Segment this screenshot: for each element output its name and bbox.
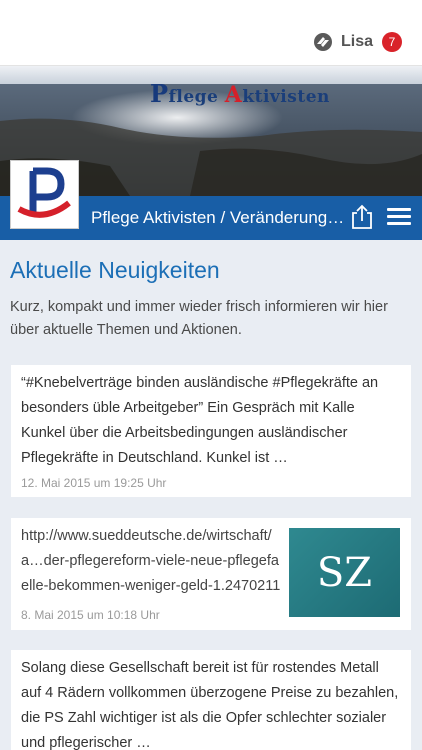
news-card-text: “#Knebelverträge binden ausländische #Pf…	[21, 375, 379, 466]
sz-thumbnail-image[interactable]: SZ	[289, 528, 400, 617]
notification-badge[interactable]: 7	[382, 32, 402, 52]
top-bar: Lisa 7	[0, 0, 422, 66]
news-card-text: Solang diese Gesellschaft bereit ist für…	[21, 660, 399, 750]
news-card-date: 8. Mai 2015 um 10:18 Uhr	[21, 608, 160, 622]
news-card[interactable]: “#Knebelverträge binden ausländische #Pf…	[11, 365, 411, 497]
news-card-link-text[interactable]: http://www.sueddeutsche.de/wirtschaft/a……	[21, 524, 283, 599]
site-logo[interactable]	[10, 160, 79, 229]
logo-icon	[17, 167, 71, 218]
sz-logo-text: SZ	[316, 549, 373, 596]
user-switch-icon	[313, 33, 332, 51]
news-card[interactable]: http://www.sueddeutsche.de/wirtschaft/a……	[11, 518, 411, 630]
user-name: Lisa	[340, 33, 373, 50]
page-heading: Aktuelle Neuigkeiten	[10, 257, 220, 283]
hamburger-menu-icon[interactable]	[387, 208, 411, 228]
user-menu[interactable]: Lisa 7	[313, 32, 402, 52]
nav-title[interactable]: Pflege Aktivisten / Veränderungen	[91, 208, 346, 228]
news-card-date: 12. Mai 2015 um 19:25 Uhr	[21, 476, 167, 490]
intro-text: Kurz, kompakt und immer wieder frisch in…	[10, 299, 388, 338]
share-icon[interactable]	[350, 204, 374, 230]
news-card[interactable]: Solang diese Gesellschaft bereit ist für…	[11, 650, 411, 750]
banner-logo-text: Pflege Aktivisten	[150, 79, 330, 108]
